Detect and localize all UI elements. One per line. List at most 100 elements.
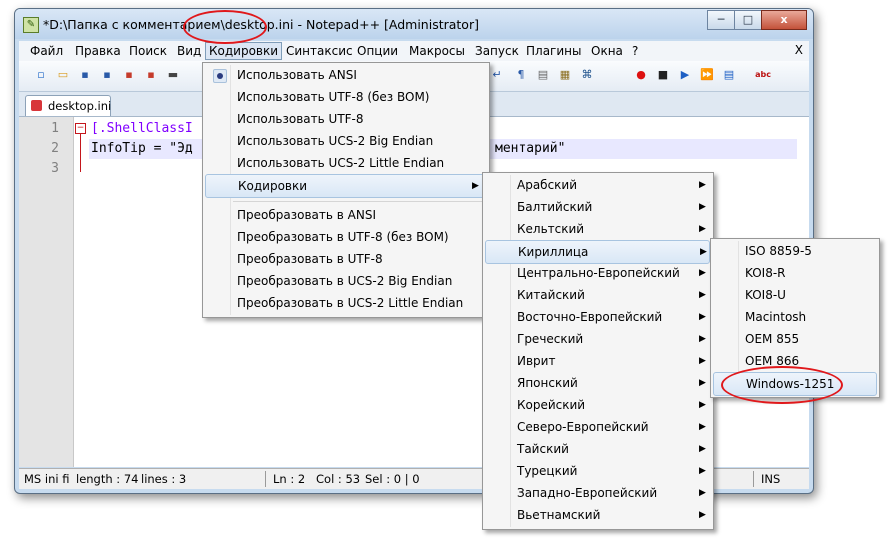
- menu-item-convert-ucs2-be[interactable]: Преобразовать в UCS-2 Big Endian: [205, 270, 487, 292]
- menu-view[interactable]: Вид: [174, 43, 204, 59]
- menu-options[interactable]: Опции: [354, 43, 401, 59]
- menu-item-label: Арабский: [517, 178, 578, 192]
- menu-plugins[interactable]: Плагины: [523, 43, 584, 59]
- indent-guide-icon[interactable]: ▤: [535, 67, 551, 83]
- menu-item-use-ucs2-be[interactable]: Использовать UCS-2 Big Endian: [205, 130, 487, 152]
- charset-item[interactable]: Арабский ▶: [485, 174, 711, 196]
- menu-item-label: Иврит: [517, 354, 556, 368]
- cyrillic-encoding-item[interactable]: ISO 8859-5: [713, 240, 875, 262]
- charset-item[interactable]: Восточно-Европейский ▶: [485, 306, 711, 328]
- charset-item[interactable]: Японский ▶: [485, 372, 711, 394]
- charset-item[interactable]: Центрально-Европейский ▶: [485, 262, 711, 284]
- submenu-arrow-icon: ▶: [700, 247, 707, 257]
- charset-item[interactable]: Корейский ▶: [485, 394, 711, 416]
- menu-item-use-ucs2-le[interactable]: Использовать UCS-2 Little Endian: [205, 152, 487, 174]
- spellcheck-icon[interactable]: abc: [753, 67, 773, 83]
- tab-desktop-ini[interactable]: desktop.ini: [25, 95, 111, 116]
- menu-item-convert-ucs2-le[interactable]: Преобразовать в UCS-2 Little Endian: [205, 292, 487, 314]
- menu-macros[interactable]: Макросы: [406, 43, 468, 59]
- menu-item-convert-ansi[interactable]: Преобразовать в ANSI: [205, 204, 487, 226]
- function-list-icon[interactable]: ⌘: [579, 67, 595, 83]
- save-macro-icon[interactable]: ▤: [721, 67, 737, 83]
- menu-item-label: Северо-Европейский: [517, 420, 649, 434]
- charset-item[interactable]: Иврит ▶: [485, 350, 711, 372]
- menu-item-label: Кодировки: [238, 179, 308, 193]
- menu-item-encodings-submenu[interactable]: Кодировки ▶: [205, 174, 486, 198]
- menu-encoding[interactable]: Кодировки: [205, 42, 283, 60]
- minimize-button[interactable]: ─: [707, 10, 735, 30]
- submenu-arrow-icon: ▶: [699, 466, 706, 476]
- menu-item-label: OEM 855: [745, 332, 800, 346]
- menu-windows[interactable]: Окна: [588, 43, 626, 59]
- menu-edit[interactable]: Правка: [72, 43, 124, 59]
- menu-file[interactable]: Файл: [27, 43, 66, 59]
- play-macro-icon[interactable]: ▶: [677, 67, 693, 83]
- charset-item[interactable]: Кельтский ▶: [485, 218, 711, 240]
- charset-item[interactable]: Греческий ▶: [485, 328, 711, 350]
- cyrillic-encoding-item[interactable]: KOI8-R: [713, 262, 875, 284]
- line-number-gutter: 1 2 3: [19, 117, 74, 467]
- user-lang-icon[interactable]: ▦: [557, 67, 573, 83]
- menu-help[interactable]: ?: [629, 43, 641, 59]
- menu-item-use-utf8[interactable]: Использовать UTF-8: [205, 108, 487, 130]
- charset-item[interactable]: Западно-Европейский ▶: [485, 482, 711, 504]
- print-icon[interactable]: ▬: [165, 67, 181, 83]
- status-separator: [753, 471, 754, 487]
- menu-bar: Файл Правка Поиск Вид Кодировки Синтакси…: [19, 41, 809, 61]
- charset-item[interactable]: Кириллица ▶: [485, 240, 710, 264]
- menu-item-label: Центрально-Европейский: [517, 266, 680, 280]
- charset-item[interactable]: Тайский ▶: [485, 438, 711, 460]
- close-icon[interactable]: ▪: [121, 67, 137, 83]
- menu-item-label: Китайский: [517, 288, 585, 302]
- charset-item[interactable]: Китайский ▶: [485, 284, 711, 306]
- submenu-arrow-icon: ▶: [699, 312, 706, 322]
- submenu-arrow-icon: ▶: [472, 181, 479, 191]
- menu-item-label: Преобразовать в UTF-8 (без BOM): [237, 230, 449, 244]
- menu-run[interactable]: Запуск: [472, 43, 522, 59]
- charset-item[interactable]: Балтийский ▶: [485, 196, 711, 218]
- menu-item-label: Использовать UCS-2 Big Endian: [237, 134, 434, 148]
- fold-marker-icon[interactable]: −: [75, 123, 86, 134]
- show-all-chars-icon[interactable]: ¶: [513, 67, 529, 83]
- cyrillic-encoding-item[interactable]: KOI8-U: [713, 284, 875, 306]
- line-number: 2: [51, 141, 59, 156]
- save-icon[interactable]: ▪: [77, 67, 93, 83]
- charset-item[interactable]: Северо-Европейский ▶: [485, 416, 711, 438]
- menu-item-label: Тайский: [517, 442, 569, 456]
- line-number: 1: [51, 121, 59, 136]
- open-icon[interactable]: ▭: [55, 67, 71, 83]
- close-window-button[interactable]: x: [761, 10, 807, 30]
- cyrillic-encoding-item[interactable]: OEM 855: [713, 328, 875, 350]
- stop-macro-icon[interactable]: ■: [655, 67, 671, 83]
- submenu-arrow-icon: ▶: [699, 378, 706, 388]
- title-bar[interactable]: ✎ *D:\Папка с комментарием\desktop.ini -…: [15, 9, 813, 39]
- menu-item-convert-utf8[interactable]: Преобразовать в UTF-8: [205, 248, 487, 270]
- menu-item-label: Кельтский: [517, 222, 585, 236]
- charset-item[interactable]: Вьетнамский ▶: [485, 504, 711, 526]
- wrap-icon[interactable]: ↵: [489, 67, 505, 83]
- submenu-arrow-icon: ▶: [699, 488, 706, 498]
- status-separator: [265, 471, 266, 487]
- menu-item-label: Использовать ANSI: [237, 68, 357, 82]
- menu-item-label: Преобразовать в UCS-2 Big Endian: [237, 274, 453, 288]
- menu-item-label: Кириллица: [518, 245, 589, 259]
- status-col: Col : 53: [316, 472, 361, 486]
- cyrillic-encoding-item[interactable]: Macintosh: [713, 306, 875, 328]
- save-all-icon[interactable]: ▪: [99, 67, 115, 83]
- menu-item-use-ansi[interactable]: Использовать ANSI: [205, 64, 487, 86]
- new-file-icon[interactable]: ▫: [33, 67, 49, 83]
- close-all-icon[interactable]: ▪: [143, 67, 159, 83]
- menu-syntax[interactable]: Синтаксис: [283, 43, 356, 59]
- submenu-arrow-icon: ▶: [699, 224, 706, 234]
- menu-item-convert-utf8-nobom[interactable]: Преобразовать в UTF-8 (без BOM): [205, 226, 487, 248]
- close-document-button[interactable]: X: [795, 43, 803, 57]
- record-macro-icon[interactable]: ●: [633, 67, 649, 83]
- play-multiple-icon[interactable]: ⏩: [699, 67, 715, 83]
- menu-item-use-utf8-nobom[interactable]: Использовать UTF-8 (без BOM): [205, 86, 487, 108]
- menu-item-label: Балтийский: [517, 200, 593, 214]
- submenu-arrow-icon: ▶: [699, 422, 706, 432]
- charset-item[interactable]: Турецкий ▶: [485, 460, 711, 482]
- maximize-button[interactable]: □: [734, 10, 762, 30]
- submenu-arrow-icon: ▶: [699, 400, 706, 410]
- menu-search[interactable]: Поиск: [126, 43, 170, 59]
